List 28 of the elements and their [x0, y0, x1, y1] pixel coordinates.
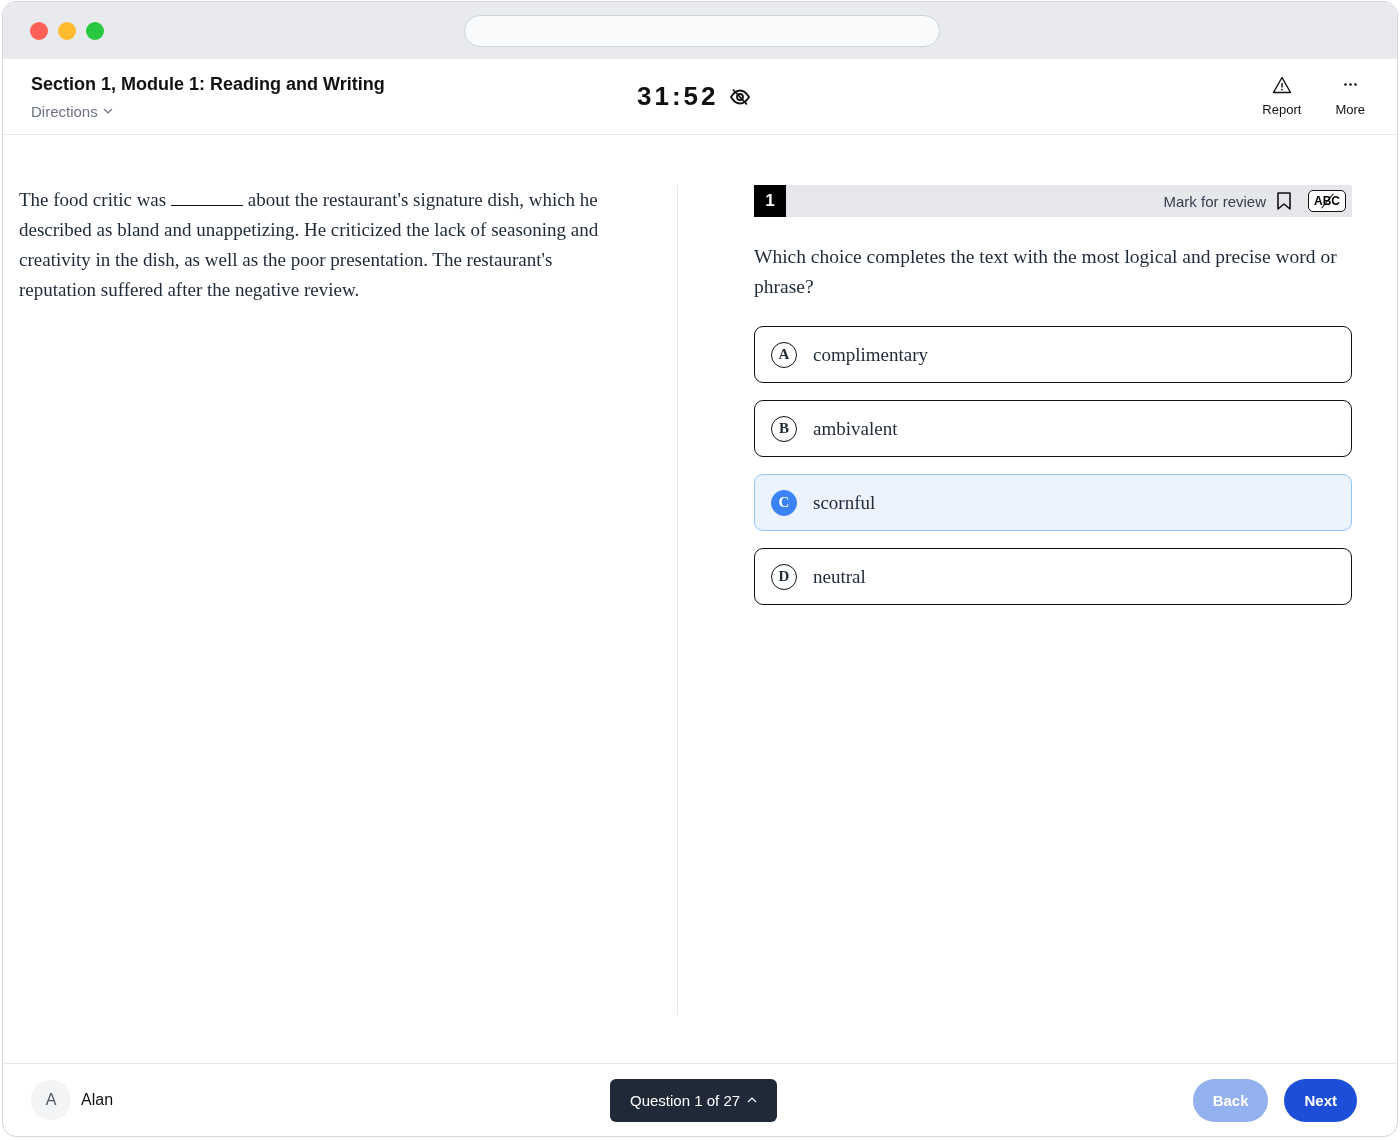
- minimize-window-button[interactable]: [58, 21, 76, 40]
- passage-text: The food critic was about the restaurant's signature dish, which he described as bland and unappetizing. He criticized the lack of seasoning and creativity in the dish, as well as the poor presentation. The restaurant's reputation suffered after the negative review.: [19, 188, 600, 302]
- answer-choice[interactable]: B ambivalent: [754, 400, 1352, 457]
- answer-choice[interactable]: D neutral: [754, 548, 1352, 605]
- chevron-down-icon: [102, 108, 113, 114]
- question-number: 1: [754, 185, 786, 217]
- timer: 31:52: [637, 81, 719, 112]
- mark-for-review-button[interactable]: Mark for review: [1157, 190, 1298, 212]
- answer-choice[interactable]: A complimentary: [754, 326, 1352, 383]
- eye-slash-icon[interactable]: [728, 87, 751, 106]
- user-name: Alan: [81, 1091, 114, 1109]
- answer-choice[interactable]: C scornful: [754, 474, 1352, 531]
- user-avatar: A: [31, 1080, 71, 1120]
- section-title: Section 1, Module 1: Reading and Writing: [31, 73, 386, 95]
- maximize-window-button[interactable]: [86, 21, 104, 40]
- more-button[interactable]: More: [1331, 76, 1369, 117]
- address-bar[interactable]: [464, 15, 940, 47]
- report-button[interactable]: Report: [1258, 76, 1306, 117]
- ellipsis-icon: [1343, 83, 1357, 86]
- question-navigator-button[interactable]: Question 1 of 27: [610, 1078, 778, 1122]
- bookmark-icon: [1276, 191, 1292, 211]
- directions-dropdown[interactable]: Directions: [31, 102, 113, 120]
- close-window-button[interactable]: [30, 21, 48, 40]
- question-prompt: Which choice completes the text with the most logical and precise word or phrase?: [754, 245, 1338, 299]
- warning-icon: [1271, 76, 1292, 94]
- choice-letter: C: [771, 489, 797, 516]
- chevron-up-icon: [747, 1097, 758, 1103]
- next-button[interactable]: Next: [1284, 1078, 1357, 1122]
